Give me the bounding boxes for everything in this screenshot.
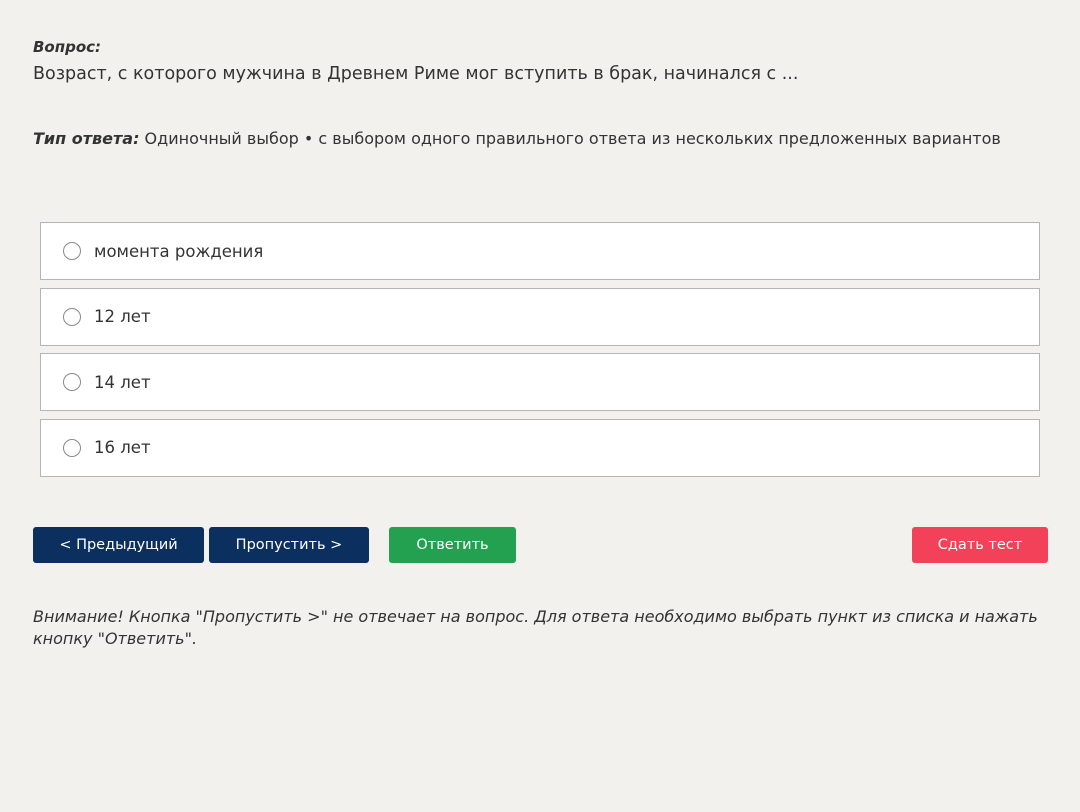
previous-button[interactable]: < Предыдущий [33,527,204,563]
option-label: 14 лет [94,372,151,392]
skip-button[interactable]: Пропустить > [209,527,369,563]
submit-test-button[interactable]: Сдать тест [912,527,1048,563]
radio-button[interactable] [63,242,81,260]
answer-type: Тип ответа: Одиночный выбор • с выбором … [33,129,1001,148]
option-label: 16 лет [94,438,151,457]
radio-button[interactable] [63,438,81,457]
option-item[interactable]: 12 лет [40,287,1040,346]
radio-button[interactable] [63,307,81,326]
question-label: Вопрос: [33,38,102,56]
option-label: 12 лет [94,307,151,326]
question-text: Возраст, с которого мужчина в Древнем Ри… [33,64,799,84]
radio-button[interactable] [63,373,81,391]
answer-options: момента рождения 12 лет 14 лет 16 лет [40,222,1040,484]
warning-text: Внимание! Кнопка "Пропустить >" не отвеч… [33,607,1038,648]
answer-type-label: Тип ответа: [33,129,140,148]
option-item[interactable]: 16 лет [40,418,1040,477]
option-item[interactable]: 14 лет [40,353,1040,411]
option-label: момента рождения [94,241,264,261]
option-item[interactable]: момента рождения [40,222,1040,280]
answer-type-value: Одиночный выбор • с выбором одного прави… [139,129,1001,148]
answer-button[interactable]: Ответить [389,527,516,563]
